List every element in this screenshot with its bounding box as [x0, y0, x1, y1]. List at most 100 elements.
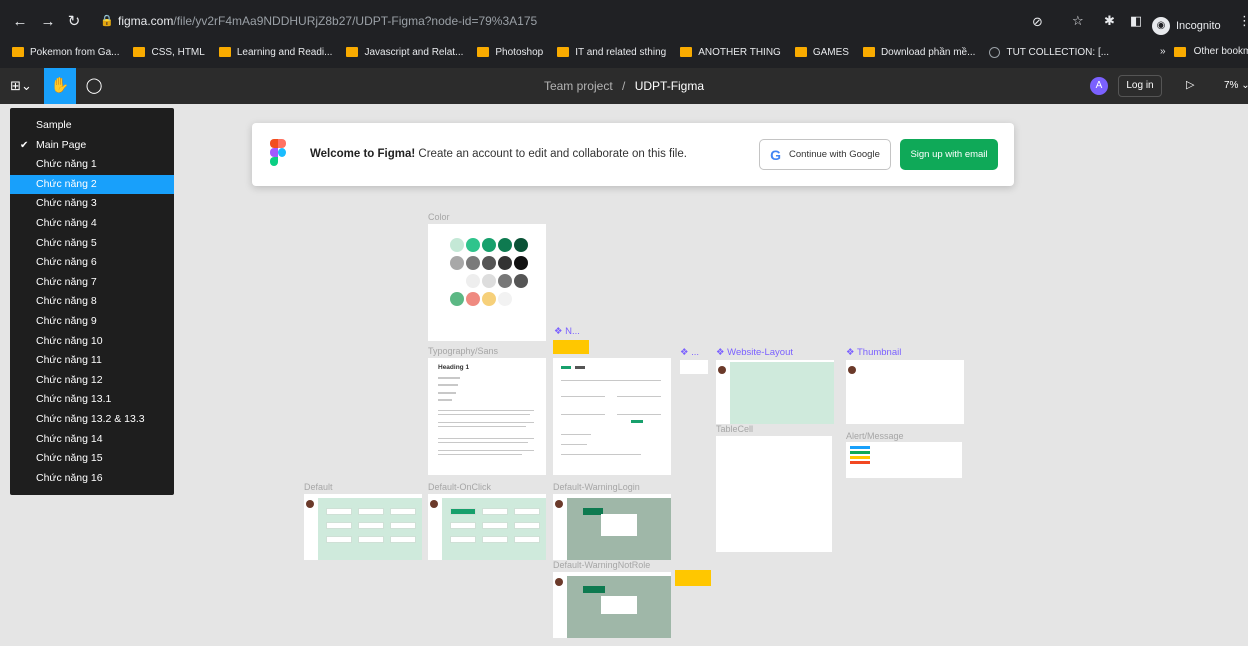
- page-item-9[interactable]: Chức năng 8: [10, 292, 174, 312]
- login-button[interactable]: Log in: [1118, 75, 1162, 97]
- page-item-11[interactable]: Chức năng 10: [10, 332, 174, 352]
- pages-dropdown: Sample ✔ Main Page Chức năng 1 Chức năng …: [10, 108, 174, 495]
- welcome-message: Welcome to Figma! Create an account to e…: [310, 148, 687, 160]
- frame-label-typography: Typography/Sans: [428, 346, 499, 356]
- bookmarks-overflow-chevron[interactable]: »: [1160, 46, 1166, 57]
- page-item-4[interactable]: Chức năng 3: [10, 194, 174, 214]
- frame-label-alert: Alert/Message: [846, 431, 904, 441]
- default-warning-not-role-frame[interactable]: [553, 572, 671, 638]
- avatar[interactable]: A: [1090, 77, 1108, 95]
- tablecell-frame[interactable]: [716, 436, 832, 552]
- bookmark-0[interactable]: Pokemon from Ga...: [12, 47, 119, 58]
- frame-label-color: Color: [428, 212, 450, 222]
- page-item-2[interactable]: Chức năng 1: [10, 155, 174, 175]
- bookmark-4[interactable]: Photoshop: [477, 47, 543, 58]
- bookmark-8[interactable]: Download phần mề...: [862, 47, 975, 58]
- google-icon: G: [770, 146, 782, 163]
- back-arrow-icon[interactable]: ←: [10, 12, 30, 32]
- bookmarks-right: » Other bookmark: [1160, 46, 1248, 57]
- bookmark-1[interactable]: CSS, HTML: [133, 47, 205, 58]
- folder-icon: [12, 47, 24, 57]
- default-frame[interactable]: [304, 494, 422, 560]
- page-item-6[interactable]: Chức năng 5: [10, 234, 174, 254]
- bookmark-6[interactable]: ANOTHER THING: [680, 47, 781, 58]
- page-item-5[interactable]: Chức năng 4: [10, 214, 174, 234]
- page-item-3[interactable]: Chức năng 2: [10, 174, 174, 195]
- browser-nav: ← → ↻ 🔒 figma.com/file/yv2rF4mAa9NDDHURj…: [0, 8, 1248, 36]
- frame-label-default-onclick: Default-OnClick: [428, 482, 492, 492]
- frame-label-tablecell: TableCell: [716, 424, 754, 434]
- figma-logo-icon: [270, 139, 286, 167]
- sticky-note-2[interactable]: [675, 570, 711, 586]
- page-item-18[interactable]: Chức năng 16: [10, 469, 174, 489]
- default-warning-login-frame[interactable]: [553, 494, 671, 560]
- page-item-13[interactable]: Chức năng 12: [10, 371, 174, 391]
- forward-arrow-icon[interactable]: →: [38, 12, 58, 32]
- heading-sample: Heading 1: [438, 364, 470, 371]
- sticky-note[interactable]: [553, 340, 589, 354]
- page-item-14[interactable]: Chức năng 13.1: [10, 390, 174, 410]
- star-icon[interactable]: ☆: [1072, 13, 1084, 29]
- figma-toolbar: ⊞⌄ ✋ ◯ Team project / UDPT-Figma A Log i…: [0, 68, 1248, 104]
- dots-component-frame[interactable]: [680, 360, 708, 374]
- folder-icon: [794, 47, 807, 57]
- component-label-website-layout: ❖ Website-Layout: [716, 347, 793, 358]
- team-name[interactable]: Team project: [544, 79, 613, 93]
- lock-icon: 🔒: [100, 15, 114, 27]
- more-vert-icon[interactable]: ⋮: [1238, 13, 1248, 29]
- page-item-0[interactable]: Sample: [10, 116, 174, 136]
- default-onclick-frame[interactable]: [428, 494, 546, 560]
- nav-component-frame[interactable]: [553, 358, 671, 475]
- continue-with-google-button[interactable]: G Continue with Google: [759, 139, 891, 170]
- bookmark-3[interactable]: Javascript and Relat...: [346, 47, 463, 58]
- bookmarks-bar: Pokemon from Ga... CSS, HTML Learning an…: [0, 40, 1248, 64]
- file-name[interactable]: UDPT-Figma: [635, 79, 704, 93]
- folder-icon: [557, 47, 570, 57]
- bookmark-9[interactable]: TUT COLLECTION: [...: [989, 46, 1109, 58]
- page-item-15[interactable]: Chức năng 13.2 & 13.3: [10, 410, 174, 430]
- page-item-10[interactable]: Chức năng 9: [10, 312, 174, 332]
- extensions-icon[interactable]: ✱: [1104, 13, 1115, 29]
- folder-icon: [133, 47, 146, 57]
- thumbnail-frame[interactable]: [846, 360, 964, 424]
- frame-label-default-warning-not-role: Default-WarningNotRole: [553, 560, 651, 570]
- sidepanel-icon[interactable]: ◧: [1130, 13, 1142, 29]
- component-label-dots: ❖ ...: [680, 347, 700, 358]
- eye-off-icon[interactable]: ⊘: [1032, 14, 1043, 30]
- color-frame[interactable]: [428, 224, 546, 341]
- zoom-level[interactable]: 7% ⌄: [1224, 80, 1248, 91]
- frame-label-default: Default: [304, 482, 333, 492]
- url-text[interactable]: figma.com/file/yv2rF4mAa9NDDHURjZ8b27/UD…: [118, 14, 537, 28]
- component-label-thumbnail: ❖ Thumbnail: [846, 347, 902, 358]
- sign-up-email-button[interactable]: Sign up with email: [900, 139, 998, 170]
- folder-icon: [680, 47, 693, 57]
- globe-icon: [989, 46, 1001, 58]
- bookmark-5[interactable]: IT and related sthing: [557, 47, 666, 58]
- alert-message-frame[interactable]: [846, 442, 962, 478]
- play-icon[interactable]: ▷: [1186, 78, 1194, 91]
- folder-icon: [218, 47, 231, 57]
- typography-frame[interactable]: Heading 1: [428, 358, 546, 475]
- frame-label-default-warning-login: Default-WarningLogin: [553, 482, 640, 492]
- folder-icon: [1173, 46, 1186, 57]
- incognito-icon: ◉: [1152, 17, 1170, 35]
- bookmark-2[interactable]: Learning and Readi...: [218, 47, 332, 58]
- folder-icon: [346, 47, 359, 57]
- page-item-8[interactable]: Chức năng 7: [10, 273, 174, 293]
- incognito-badge[interactable]: ◉ Incognito: [1152, 16, 1221, 36]
- page-item-12[interactable]: Chức năng 11: [10, 351, 174, 371]
- component-label-nav: ❖ N...: [554, 326, 580, 337]
- check-icon: ✔: [20, 139, 29, 151]
- bookmark-7[interactable]: GAMES: [794, 47, 849, 58]
- breadcrumb: Team project / UDPT-Figma: [543, 79, 705, 93]
- welcome-banner: Welcome to Figma! Create an account to e…: [252, 123, 1014, 186]
- website-layout-frame[interactable]: [716, 360, 834, 424]
- address-bar[interactable]: 🔒 figma.com/file/yv2rF4mAa9NDDHURjZ8b27/…: [96, 9, 1096, 35]
- folder-icon: [477, 47, 490, 57]
- reload-icon[interactable]: ↻: [64, 12, 84, 32]
- page-item-17[interactable]: Chức năng 15: [10, 449, 174, 469]
- page-item-16[interactable]: Chức năng 14: [10, 430, 174, 450]
- other-bookmarks[interactable]: Other bookmark: [1194, 46, 1248, 57]
- page-item-7[interactable]: Chức năng 6: [10, 253, 174, 273]
- page-item-1[interactable]: ✔ Main Page: [10, 136, 174, 156]
